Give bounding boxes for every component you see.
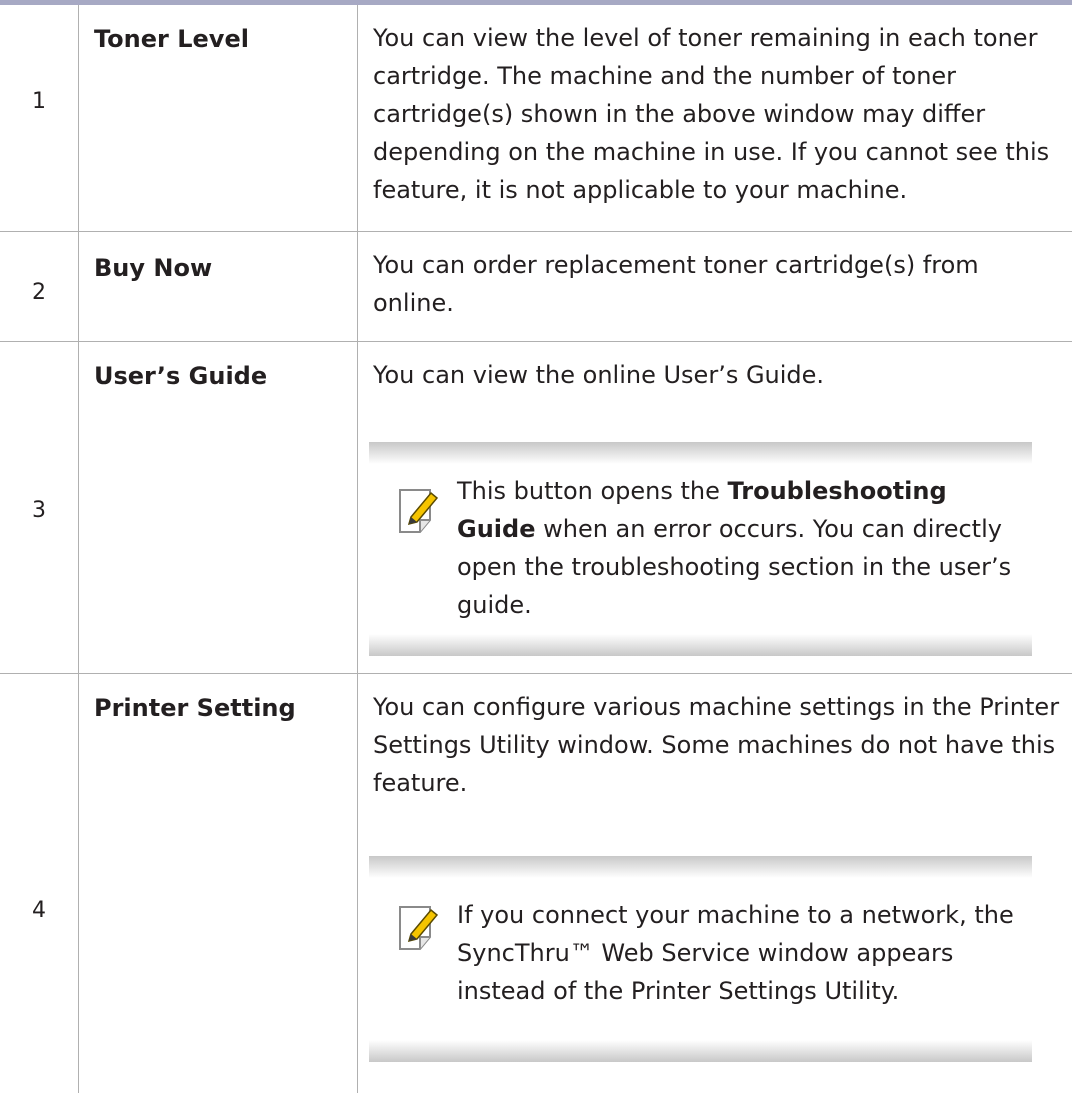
feature-description: You can order replacement toner cartridg… bbox=[373, 251, 979, 317]
feature-name: User’s Guide bbox=[94, 362, 268, 390]
table-row: 3 User’s Guide You can view the online U… bbox=[0, 342, 1072, 674]
row-number: 3 bbox=[32, 498, 46, 523]
row-number: 2 bbox=[32, 280, 46, 305]
table-row: 2 Buy Now You can order replacement tone… bbox=[0, 232, 1072, 342]
feature-description: You can view the online User’s Guide. bbox=[373, 361, 825, 389]
note-text: If you connect your machine to a network… bbox=[457, 901, 1014, 1005]
row-number: 4 bbox=[32, 898, 46, 923]
table-row: 4 Printer Setting You can configure vari… bbox=[0, 674, 1072, 1093]
feature-name: Buy Now bbox=[94, 254, 213, 282]
note-box: If you connect your machine to a network… bbox=[369, 856, 1032, 1062]
feature-table: 1 Toner Level You can view the level of … bbox=[0, 0, 1072, 1093]
feature-name: Printer Setting bbox=[94, 694, 296, 722]
column-divider bbox=[357, 5, 358, 1093]
feature-name: Toner Level bbox=[94, 25, 249, 53]
note-text: This button opens the Troubleshooting Gu… bbox=[457, 477, 1012, 619]
note-box: This button opens the Troubleshooting Gu… bbox=[369, 442, 1032, 656]
feature-description: You can view the level of toner remainin… bbox=[373, 24, 1050, 204]
column-divider bbox=[78, 5, 79, 1093]
note-pencil-icon bbox=[399, 906, 439, 950]
row-number: 1 bbox=[32, 89, 46, 114]
table-row: 1 Toner Level You can view the level of … bbox=[0, 5, 1072, 232]
note-pencil-icon bbox=[399, 489, 439, 533]
feature-description: You can configure various machine settin… bbox=[373, 693, 1060, 797]
